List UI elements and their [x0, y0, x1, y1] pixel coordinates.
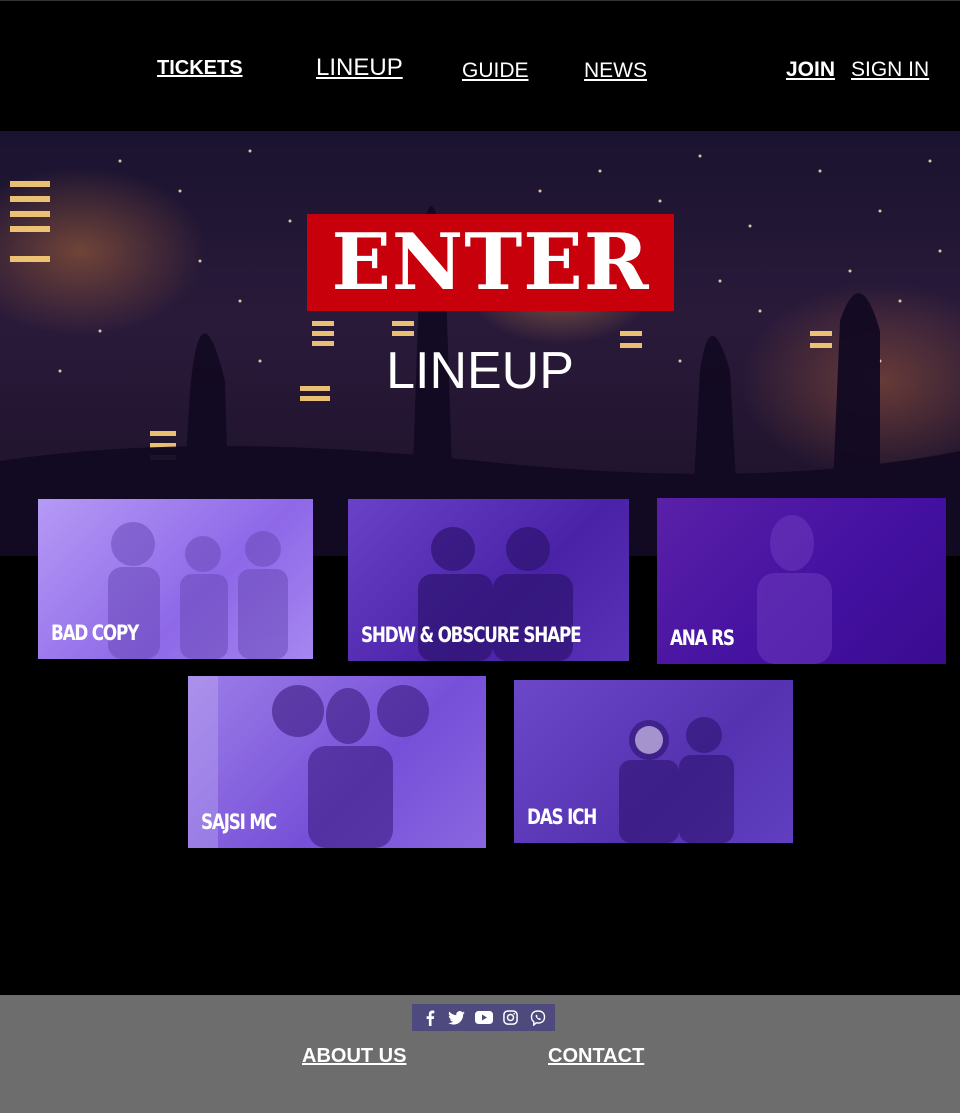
lineup-card-sajsi-mc[interactable]: SAJSI MC — [188, 676, 486, 848]
lineup-card-bad-copy[interactable]: BAD COPY — [38, 499, 313, 659]
nav-join-link[interactable]: JOIN — [786, 58, 835, 82]
footer-about-us-link[interactable]: ABOUT US — [302, 1045, 406, 1068]
artist-name: DAS ICH — [527, 805, 597, 829]
instagram-icon[interactable] — [501, 1008, 521, 1028]
lineup-card-das-ich[interactable]: DAS ICH — [514, 680, 793, 843]
top-navigation: TICKETS LINEUP GUIDE NEWS JOIN SIGN IN — [0, 0, 960, 131]
nav-sign-in-link[interactable]: SIGN IN — [851, 58, 929, 82]
nav-tickets-link[interactable]: TICKETS — [157, 57, 243, 80]
lineup-card-shdw-obscure-shape[interactable]: SHDW & OBSCURE SHAPE — [348, 499, 629, 661]
lineup-card-ana-rs[interactable]: ANA RS — [657, 498, 946, 664]
artist-name: SAJSI MC — [201, 810, 277, 834]
hero-banner: ENTER LINEUP — [0, 131, 960, 556]
page-title: LINEUP — [386, 342, 574, 400]
footer-contact-link[interactable]: CONTACT — [548, 1045, 644, 1068]
nav-news-link[interactable]: NEWS — [584, 59, 647, 83]
artist-name: ANA RS — [670, 626, 735, 650]
twitter-icon[interactable] — [447, 1008, 467, 1028]
artist-name: BAD COPY — [51, 621, 139, 645]
enter-logo-text: ENTER — [331, 216, 650, 308]
social-links-bar — [412, 1004, 555, 1031]
enter-logo[interactable]: ENTER — [307, 214, 674, 311]
viber-icon[interactable] — [528, 1008, 548, 1028]
facebook-icon[interactable] — [420, 1008, 440, 1028]
youtube-icon[interactable] — [474, 1008, 494, 1028]
nav-lineup-link[interactable]: LINEUP — [316, 54, 403, 82]
footer: ABOUT US CONTACT — [0, 995, 960, 1113]
artist-name: SHDW & OBSCURE SHAPE — [361, 623, 582, 647]
nav-guide-link[interactable]: GUIDE — [462, 59, 529, 83]
